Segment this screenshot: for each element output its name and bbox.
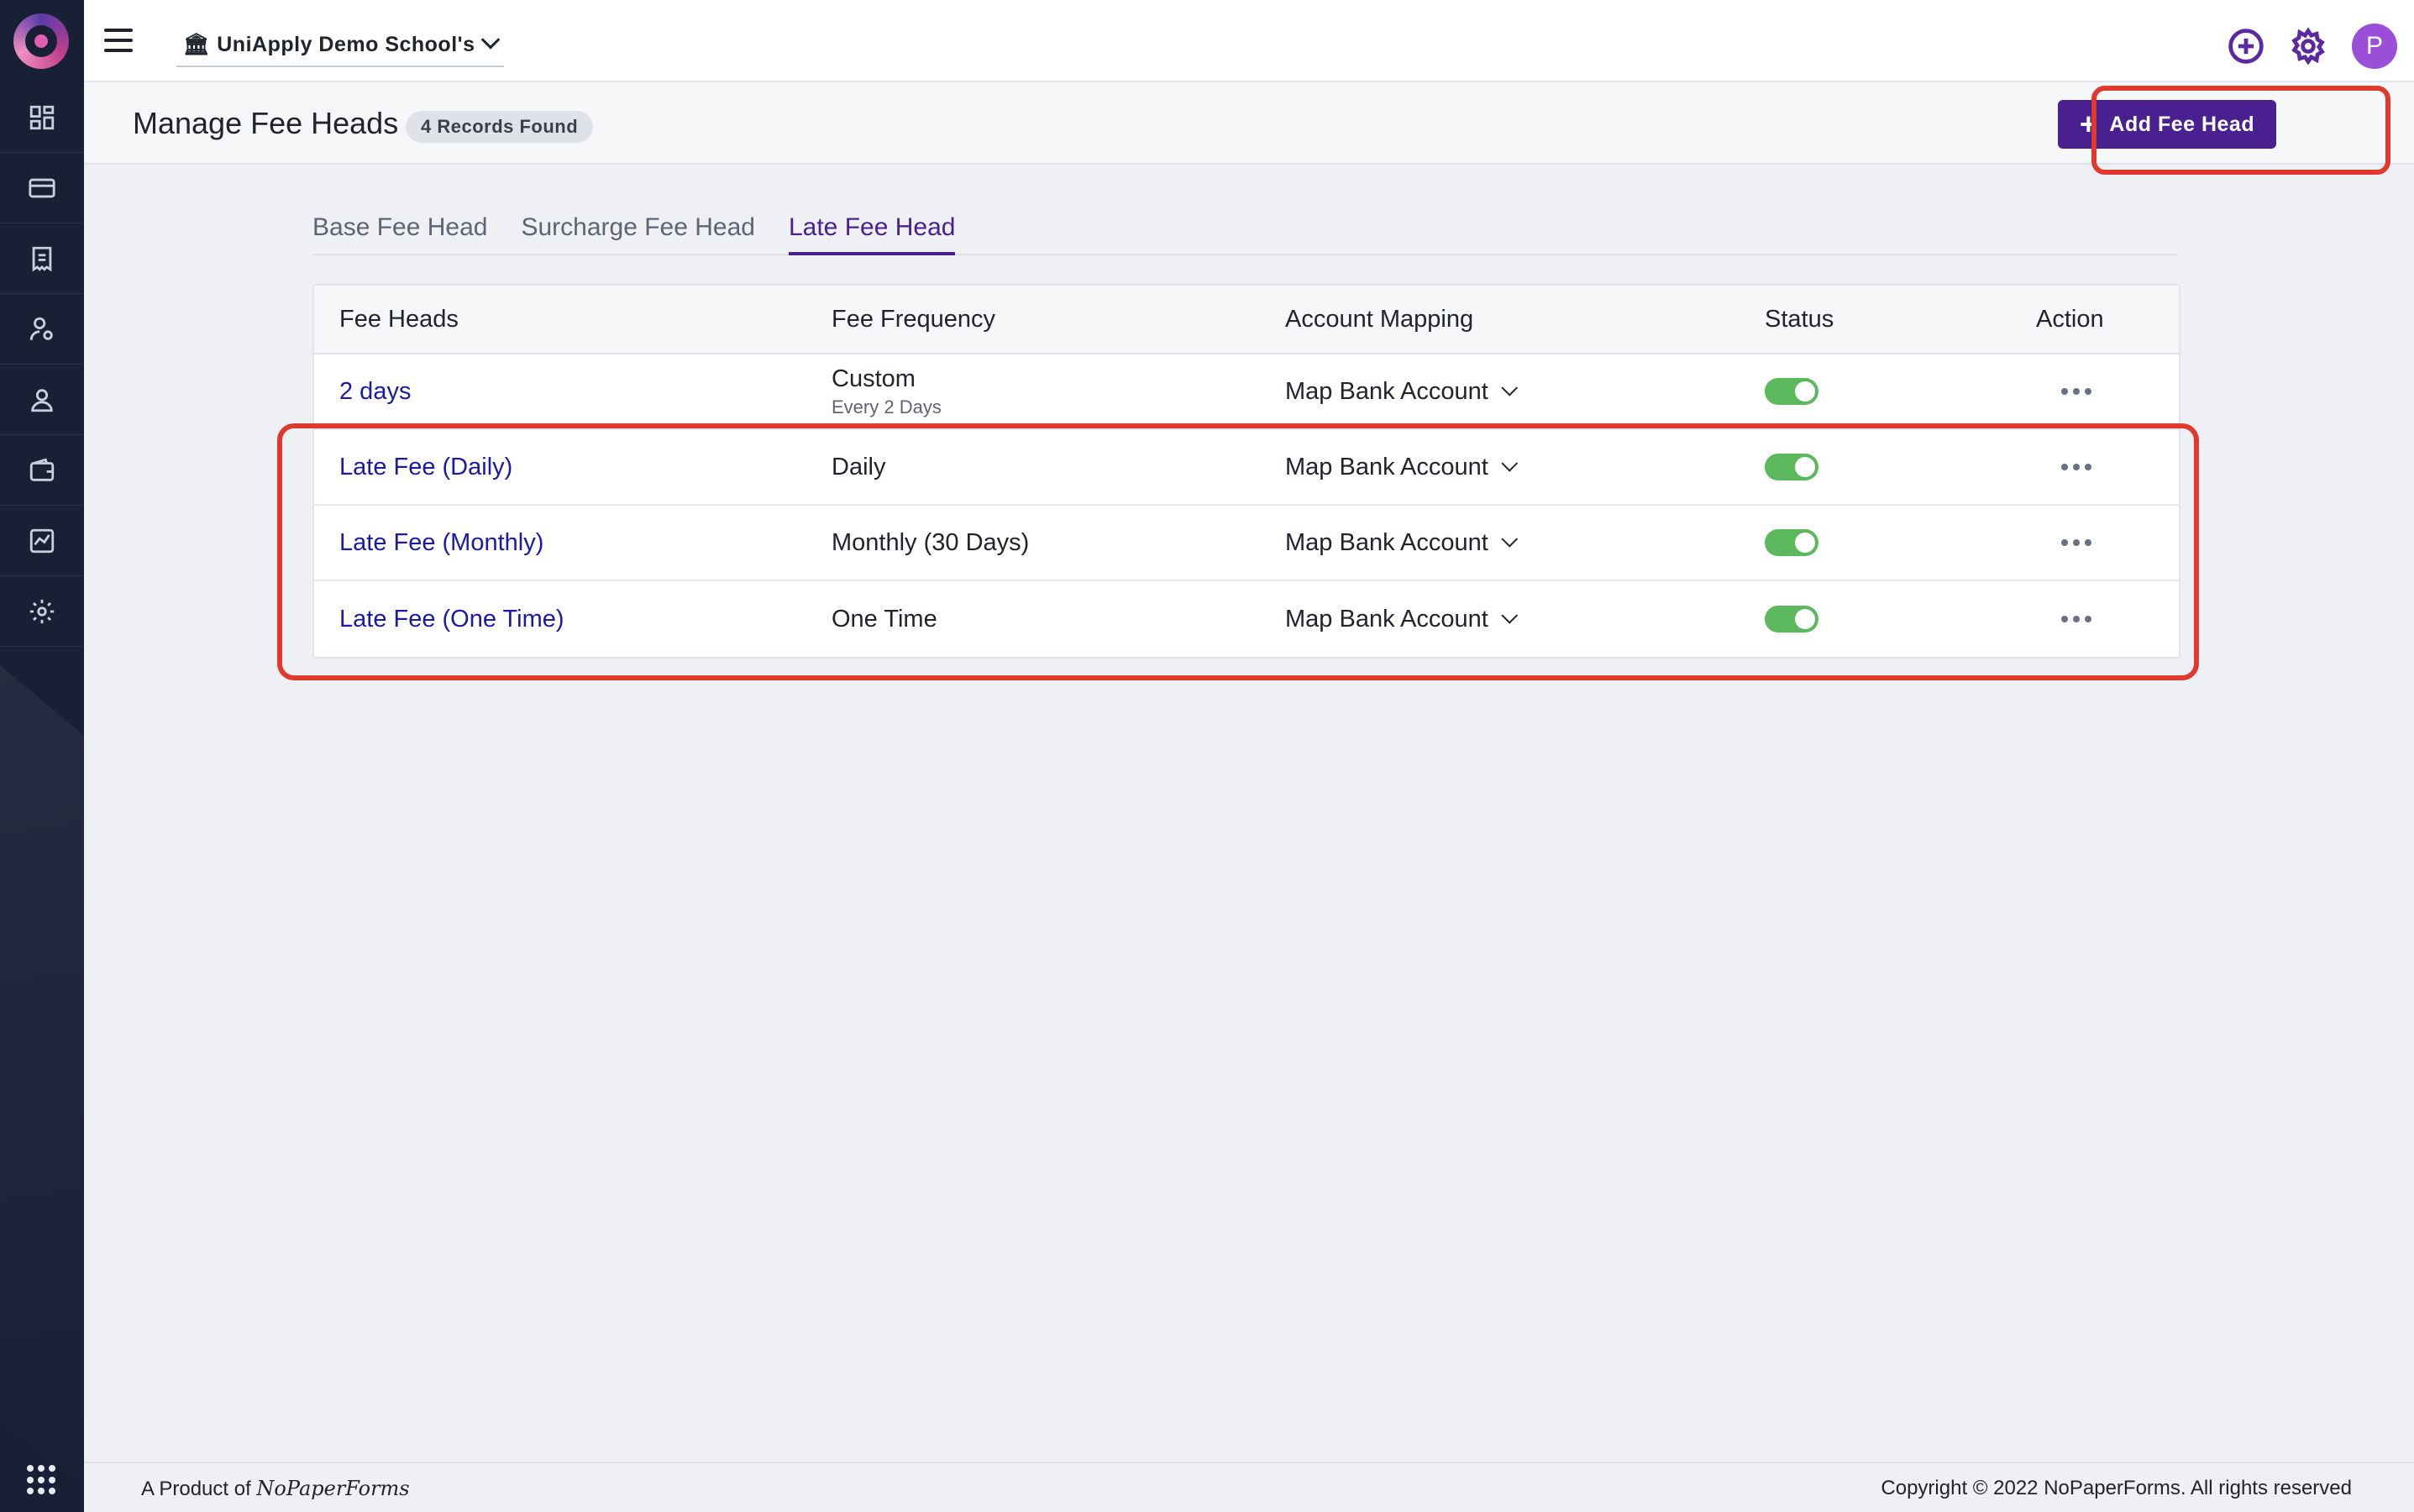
bank-icon: 🏛 [183, 32, 211, 56]
sidebar-item-reports[interactable] [0, 506, 84, 576]
user-gear-icon [29, 317, 53, 340]
fee-head-tabs: Base Fee Head Surcharge Fee Head Late Fe… [312, 202, 2177, 255]
sidebar-item-dashboard[interactable] [0, 82, 84, 153]
fee-frequency: Custom Every 2 Days [832, 365, 942, 418]
fee-frequency-value: Custom [832, 365, 916, 392]
sidebar-item-payments[interactable] [0, 153, 84, 223]
account-mapping-dropdown[interactable]: Map Bank Account [1285, 377, 1518, 406]
avatar[interactable]: P [2352, 24, 2397, 69]
status-toggle[interactable] [1765, 378, 1818, 405]
annotation-highlight-button [2091, 86, 2390, 175]
report-icon [29, 528, 55, 553]
sidebar-item-settings[interactable] [0, 576, 84, 647]
gear-icon [29, 599, 55, 623]
tab-surcharge-fee-head[interactable]: Surcharge Fee Head [521, 202, 755, 255]
table-row: 2 days Custom Every 2 Days Map Bank Acco… [314, 354, 2179, 430]
sidebar-item-wallet[interactable] [0, 435, 84, 506]
card-icon [29, 178, 55, 197]
footer: A Product of NoPaperForms Copyright © 20… [84, 1462, 2414, 1512]
column-header-fee-heads: Fee Heads [339, 305, 459, 333]
dashboard-icon [29, 105, 55, 129]
receipt-icon [32, 246, 52, 271]
app-logo[interactable] [13, 13, 69, 69]
sidebar-item-students[interactable] [0, 365, 84, 435]
annotation-highlight-rows [277, 423, 2199, 680]
records-badge: 4 Records Found [406, 111, 594, 143]
page-title: Manage Fee Heads [133, 106, 399, 140]
school-name: UniApply Demo School's [217, 32, 475, 56]
fee-frequency-detail: Every 2 Days [832, 396, 942, 417]
sidebar-item-receipts[interactable] [0, 223, 84, 294]
tab-late-fee-head[interactable]: Late Fee Head [788, 202, 956, 255]
chevron-down-icon [1501, 379, 1518, 396]
table-header: Fee Heads Fee Frequency Account Mapping … [314, 286, 2179, 354]
apps-grid-icon[interactable] [27, 1465, 57, 1495]
account-mapping-label: Map Bank Account [1285, 377, 1488, 405]
column-header-action: Action [2036, 305, 2104, 333]
more-actions-icon[interactable] [2061, 388, 2091, 395]
footer-brand: NoPaperForms [256, 1477, 410, 1500]
column-header-account-mapping: Account Mapping [1285, 305, 1474, 333]
menu-icon[interactable] [104, 29, 133, 54]
footer-product-prefix: A Product of [141, 1478, 251, 1500]
footer-copyright: Copyright © 2022 NoPaperForms. All right… [1881, 1477, 2352, 1499]
add-circle-icon[interactable] [2228, 28, 2264, 65]
sidebar [0, 0, 84, 1512]
footer-product: A Product of NoPaperForms [141, 1477, 410, 1501]
topbar: 🏛 UniApply Demo School's P [84, 0, 2414, 82]
column-header-status: Status [1765, 305, 1834, 333]
wallet-icon [29, 457, 55, 481]
chevron-down-icon [480, 30, 500, 50]
fee-head-link[interactable]: 2 days [339, 378, 411, 406]
school-selector[interactable]: 🏛 UniApply Demo School's [176, 24, 504, 67]
student-icon [31, 388, 53, 412]
gear-icon[interactable] [2290, 28, 2327, 65]
tab-base-fee-head[interactable]: Base Fee Head [312, 202, 487, 255]
column-header-fee-frequency: Fee Frequency [832, 305, 996, 333]
sidebar-item-user-settings[interactable] [0, 294, 84, 365]
